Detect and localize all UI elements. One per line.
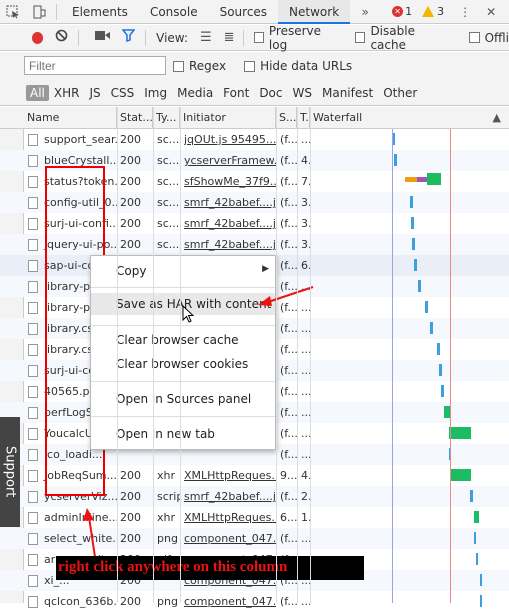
annotation-caption: right click anywhere on this column	[56, 556, 364, 580]
column-divider[interactable]	[310, 107, 311, 603]
column-divider[interactable]	[297, 107, 298, 603]
column-divider[interactable]	[153, 107, 154, 603]
column-divider[interactable]	[276, 107, 277, 603]
column-divider[interactable]	[180, 107, 181, 603]
column-divider[interactable]	[117, 107, 118, 603]
annotation-arrows	[83, 286, 314, 558]
